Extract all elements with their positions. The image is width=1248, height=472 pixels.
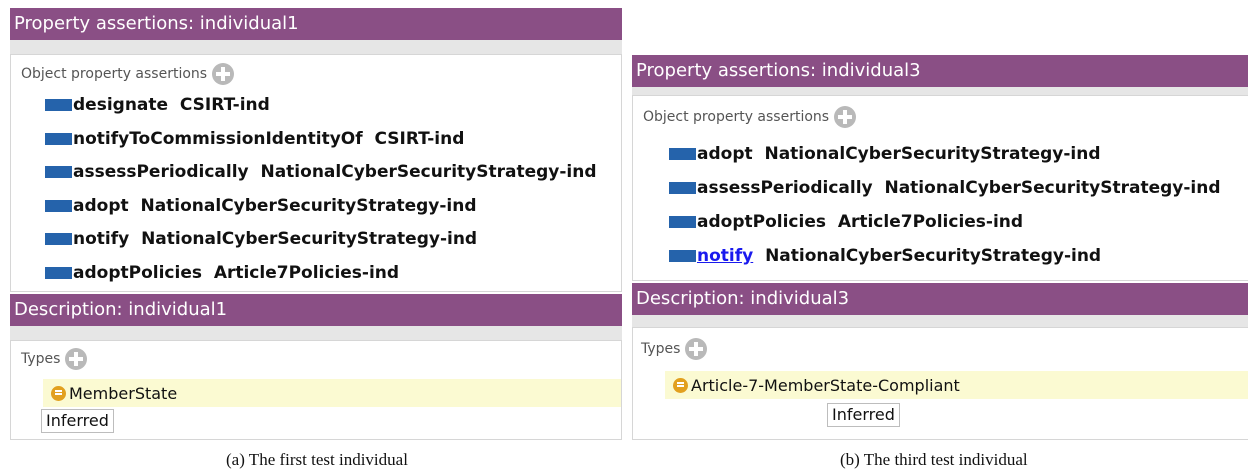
object-property-row[interactable]: designate CSIRT-ind [45,91,270,119]
object-property-icon [45,99,72,111]
object-property-assertions-label: Object property assertions [21,66,208,82]
type-label: MemberState [69,383,178,403]
type-label: Article-7-MemberState-Compliant [691,375,960,395]
object-property-row[interactable]: notifyToCommissionIdentityOf CSIRT-ind [45,125,464,153]
property-value: NationalCyberSecurityStrategy-ind [884,178,1221,198]
types-header: Types [641,338,708,360]
property-assertions-title: Property assertions: individual1 [10,8,622,40]
property-assertions-title: Property assertions: individual3 [632,55,1248,87]
title-gap [632,87,1248,95]
property-name: notifyToCommissionIdentityOf [73,128,363,149]
class-icon [673,377,688,393]
caption-b: (b) The third test individual [840,450,1028,469]
object-property-row[interactable]: adopt NationalCyberSecurityStrategy-ind [45,192,477,220]
types-header: Types [21,348,88,370]
property-value: NationalCyberSecurityStrategy-ind [140,195,477,216]
object-property-row[interactable]: assessPeriodically NationalCyberSecurity… [45,158,597,186]
inferred-badge: Inferred [827,403,900,427]
description-gap [632,315,1248,327]
class-icon [51,385,66,401]
object-property-row[interactable]: notify NationalCyberSecurityStrategy-ind [45,225,477,253]
property-value: Article7Policies-ind [213,262,400,283]
property-value: NationalCyberSecurityStrategy-ind [260,162,597,182]
property-name: adoptPolicies [73,262,202,283]
property-name[interactable]: notify [697,242,753,270]
object-property-assertions-label: Object property assertions [643,109,830,125]
object-property-icon [45,266,72,279]
object-property-icon [45,199,72,212]
add-type-icon[interactable] [685,338,708,360]
type-row[interactable]: MemberState [43,379,621,407]
property-value: NationalCyberSecurityStrategy-ind [764,144,1101,164]
object-property-assertions-header: Object property assertions [21,63,235,85]
object-property-assertions-header: Object property assertions [643,106,857,128]
caption-a: (a) The first test individual [226,450,408,469]
title-gap [10,40,622,54]
object-property-row[interactable]: assessPeriodically NationalCyberSecurity… [669,174,1221,202]
object-property-row[interactable]: adoptPolicies Article7Policies-ind [669,208,1023,236]
property-name: adopt [73,195,129,216]
property-value: CSIRT-ind [179,95,270,115]
add-object-property-icon[interactable] [212,63,235,85]
object-property-icon [669,182,696,194]
object-property-assertions-section: Object property assertions adopt Nationa… [632,95,1248,281]
object-property-icon [669,250,696,262]
object-property-icon [45,132,72,145]
property-value: Article7Policies-ind [837,212,1024,232]
types-section: Types Article-7-MemberState-Compliant In… [632,327,1248,440]
property-name: assessPeriodically [73,162,249,182]
description-gap [10,326,622,340]
inferred-badge: Inferred [41,409,114,433]
types-label: Types [21,351,61,367]
object-property-row[interactable]: adopt NationalCyberSecurityStrategy-ind [669,140,1101,168]
property-name: assessPeriodically [697,178,873,198]
panel-individual3: Property assertions: individual3 Object … [632,0,1248,440]
add-object-property-icon[interactable] [834,106,857,128]
object-property-assertions-section: Object property assertions designate CSI… [10,54,622,292]
property-name: adoptPolicies [697,212,826,232]
object-property-icon [45,166,72,178]
type-row[interactable]: Article-7-MemberState-Compliant [665,371,1248,399]
object-property-icon [669,216,696,228]
object-property-row[interactable]: adoptPolicies Article7Policies-ind [45,259,399,287]
property-value: NationalCyberSecurityStrategy-ind [141,229,478,249]
types-section: Types MemberState Inferred [10,340,622,440]
description-title: Description: individual1 [10,294,622,326]
property-value: CSIRT-ind [374,128,465,149]
add-type-icon[interactable] [65,348,88,370]
description-title: Description: individual3 [632,283,1248,315]
object-property-icon [45,233,72,245]
property-value: NationalCyberSecurityStrategy-ind [765,246,1102,266]
types-label: Types [641,341,681,357]
property-name: adopt [697,144,753,164]
object-property-row[interactable]: notify NationalCyberSecurityStrategy-ind [669,242,1101,270]
panel-individual1: Property assertions: individual1 Object … [10,0,622,440]
property-name: notify [73,229,130,249]
object-property-icon [669,148,696,160]
property-name: designate [73,95,169,115]
